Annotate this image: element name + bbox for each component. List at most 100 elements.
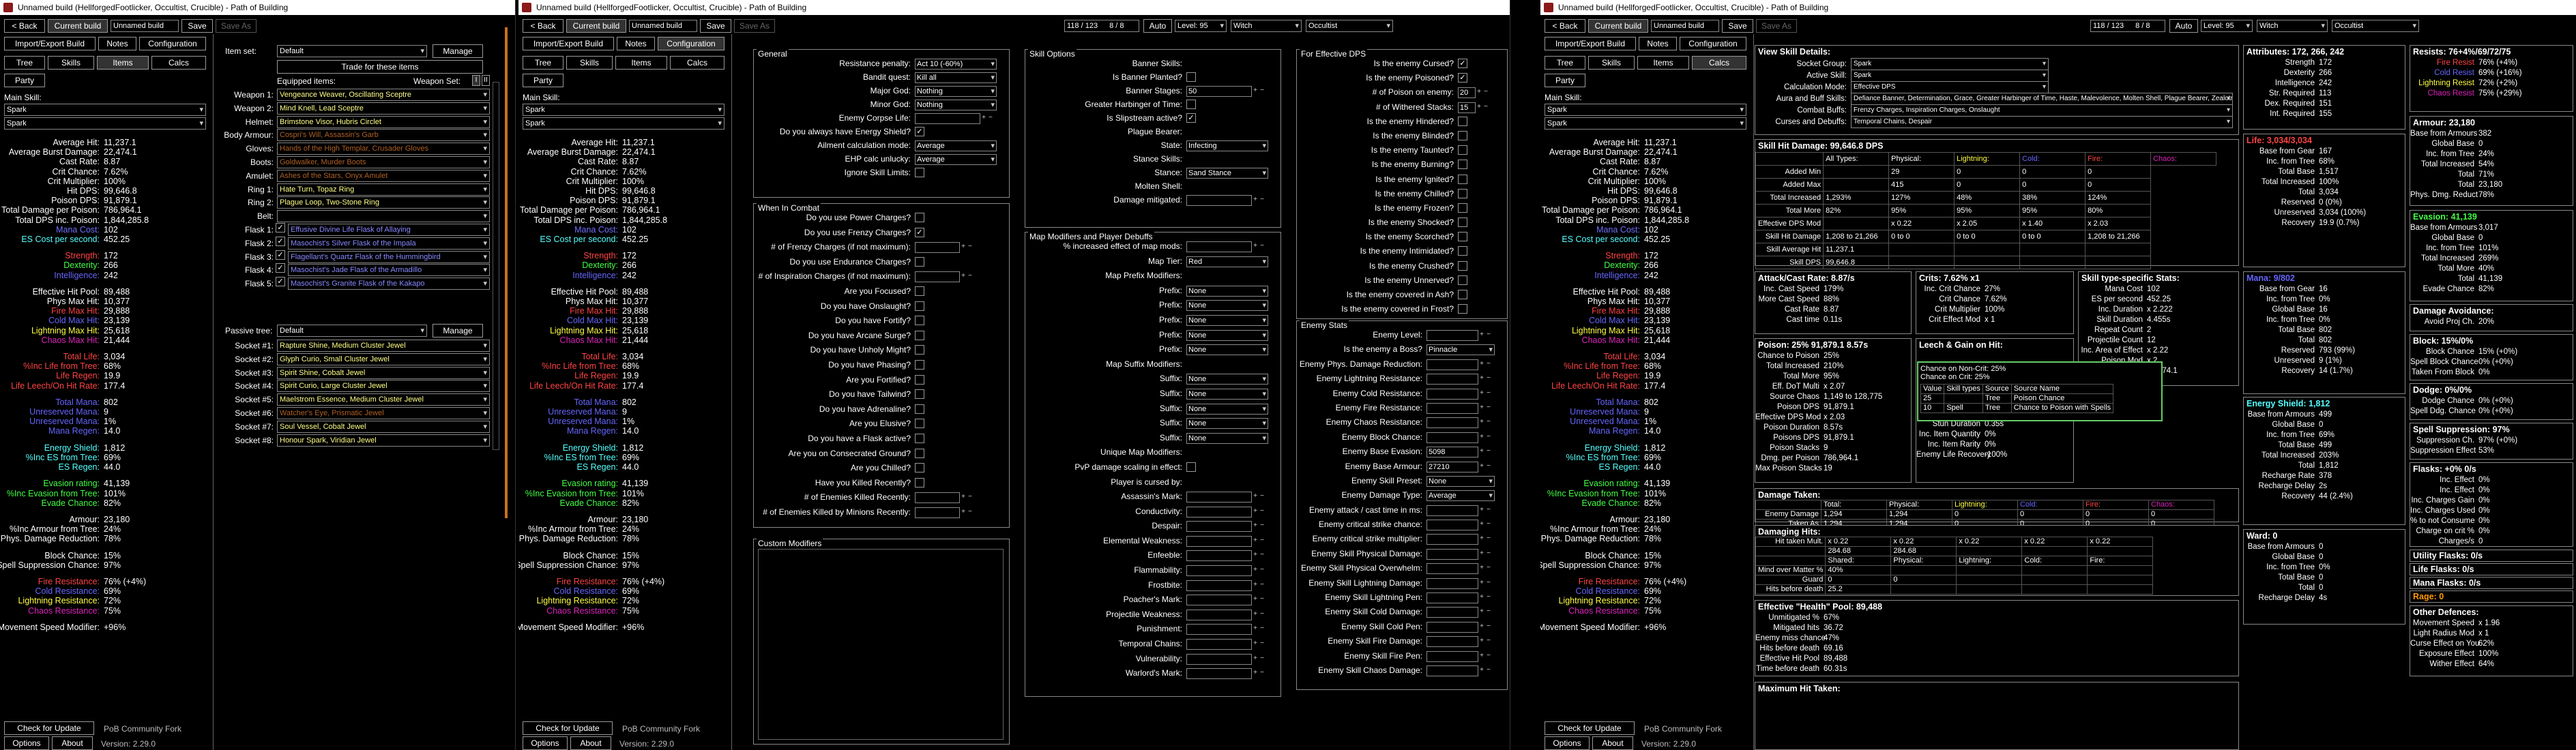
decrement-icon[interactable]: −	[1259, 608, 1265, 622]
config-checkbox[interactable]	[915, 213, 924, 222]
decrement-icon[interactable]: −	[1485, 445, 1492, 459]
decrement-icon[interactable]: −	[1259, 666, 1265, 681]
config-number[interactable]	[1426, 563, 1478, 575]
decrement-icon[interactable]: −	[1259, 548, 1265, 563]
config-checkbox[interactable]: ✓	[1186, 113, 1196, 123]
config-checkbox[interactable]	[1458, 217, 1467, 228]
back-button[interactable]: < Back	[523, 19, 564, 33]
config-number[interactable]	[1426, 374, 1478, 385]
decrement-icon[interactable]: −	[987, 111, 994, 125]
back-button[interactable]: < Back	[1545, 19, 1585, 33]
config-checkbox[interactable]	[915, 463, 924, 473]
config-number[interactable]	[1186, 521, 1252, 532]
increment-icon[interactable]: +	[1252, 637, 1259, 652]
socket-select[interactable]: Spirit Shine, Cobalt Jewel	[277, 366, 490, 379]
config-checkbox[interactable]	[915, 389, 924, 400]
increment-icon[interactable]: +	[1252, 622, 1259, 637]
socket-select[interactable]: Honour Spark, Viridian Jewel	[277, 434, 490, 447]
main-skill-select[interactable]: Spark	[523, 104, 724, 116]
increment-icon[interactable]: +	[1478, 620, 1485, 634]
increment-icon[interactable]: +	[1252, 519, 1259, 534]
decrement-icon[interactable]: −	[1485, 649, 1492, 663]
config-dropdown[interactable]: Average	[1426, 490, 1495, 502]
ascendancy-select[interactable]: Occultist	[2332, 20, 2419, 32]
config-number[interactable]	[1186, 565, 1252, 577]
tab-party[interactable]: Party	[4, 74, 45, 87]
config-checkbox[interactable]	[1458, 160, 1467, 170]
config-number[interactable]	[1186, 639, 1252, 650]
main-skill-part-select[interactable]: Spark	[1545, 117, 1746, 130]
decrement-icon[interactable]: −	[967, 490, 974, 505]
config-dropdown[interactable]: Average	[915, 140, 997, 151]
config-number[interactable]	[915, 113, 980, 124]
build-name-field[interactable]: Unnamed build	[111, 20, 179, 32]
import-export-button[interactable]: Import/Export Build	[523, 37, 614, 50]
config-checkbox[interactable]	[1186, 462, 1196, 472]
view-select[interactable]: Temporal Chains, Despair	[1851, 116, 2233, 128]
increment-icon[interactable]: +	[1478, 547, 1485, 561]
socket-select[interactable]: Glyph Curio, Small Cluster Jewel	[277, 352, 490, 365]
increment-icon[interactable]: +	[1252, 592, 1259, 608]
notes-button[interactable]: Notes	[98, 37, 136, 50]
increment-icon[interactable]: +	[1478, 532, 1485, 546]
increment-icon[interactable]: +	[1478, 663, 1485, 678]
flask-toggle-checkbox[interactable]: ✓	[276, 236, 285, 246]
main-skill-part-select[interactable]: Spark	[523, 117, 724, 130]
config-dropdown[interactable]: None	[1186, 418, 1268, 430]
config-checkbox[interactable]	[915, 345, 924, 355]
tab-calcs[interactable]: Calcs	[1692, 56, 1746, 70]
slot-select[interactable]: Masochist's Silver Flask of the Impala	[288, 237, 490, 250]
config-number[interactable]	[1426, 650, 1478, 662]
increment-icon[interactable]: +	[1478, 372, 1485, 386]
tab-calcs[interactable]: Calcs	[151, 56, 206, 70]
config-checkbox[interactable]: ✓	[915, 227, 924, 237]
slot-select[interactable]: Plague Loop, Two-Stone Ring	[277, 196, 490, 209]
decrement-icon[interactable]: −	[1259, 490, 1265, 505]
config-dropdown[interactable]: Nothing	[915, 86, 997, 97]
config-dropdown[interactable]: Pinnacle	[1426, 344, 1495, 356]
flask-toggle-checkbox[interactable]: ✓	[276, 263, 285, 273]
decrement-icon[interactable]: −	[967, 240, 974, 255]
decrement-icon[interactable]: −	[1259, 193, 1265, 207]
config-number[interactable]	[1186, 624, 1252, 635]
config-number[interactable]	[1426, 417, 1478, 429]
config-number[interactable]	[1186, 195, 1252, 206]
view-select[interactable]: Spark	[1851, 70, 2049, 82]
increment-icon[interactable]: +	[1478, 460, 1485, 474]
config-dropdown[interactable]: Act 10 (-60%)	[915, 59, 997, 70]
config-checkbox[interactable]	[915, 419, 924, 429]
decrement-icon[interactable]: −	[1259, 534, 1265, 549]
class-select[interactable]: Witch	[1231, 20, 1302, 32]
configuration-button[interactable]: Configuration	[1680, 37, 1746, 50]
decrement-icon[interactable]: −	[1259, 519, 1265, 534]
item-set-select[interactable]: Default	[277, 45, 427, 57]
save-button[interactable]: Save	[1722, 19, 1753, 33]
config-checkbox[interactable]: ✓	[915, 127, 924, 136]
config-checkbox[interactable]	[1458, 116, 1467, 126]
increment-icon[interactable]: +	[1478, 649, 1485, 663]
increment-icon[interactable]: +	[1252, 239, 1259, 254]
slot-select[interactable]: Hands of the High Templar, Crusader Glov…	[277, 142, 490, 155]
options-button[interactable]: Options	[4, 736, 49, 750]
config-number[interactable]	[1426, 665, 1478, 676]
increment-icon[interactable]: +	[1252, 563, 1259, 578]
decrement-icon[interactable]: −	[1259, 652, 1265, 667]
slot-select[interactable]: Masochist's Jade Flask of the Armadillo	[288, 264, 490, 277]
config-checkbox[interactable]	[1186, 100, 1196, 109]
decrement-icon[interactable]: −	[1259, 239, 1265, 254]
config-checkbox[interactable]	[1458, 246, 1467, 256]
decrement-icon[interactable]: −	[1485, 590, 1492, 605]
slot-select[interactable]: Vengeance Weaver, Oscillating Sceptre	[277, 89, 490, 101]
import-export-button[interactable]: Import/Export Build	[1545, 37, 1636, 50]
slot-select[interactable]: Flagellant's Quartz Flask of the Humming…	[288, 250, 490, 263]
decrement-icon[interactable]: −	[1485, 401, 1492, 415]
decrement-icon[interactable]: −	[1485, 547, 1492, 561]
config-dropdown[interactable]: Sand Stance	[1186, 168, 1268, 179]
decrement-icon[interactable]: −	[1485, 328, 1492, 342]
config-dropdown[interactable]: Nothing	[915, 100, 997, 110]
weapon-set-2-button[interactable]: II	[482, 75, 490, 86]
config-number[interactable]	[1186, 506, 1252, 518]
class-select[interactable]: Witch	[2257, 20, 2328, 32]
increment-icon[interactable]: +	[1478, 328, 1485, 342]
increment-icon[interactable]: +	[1478, 518, 1485, 532]
